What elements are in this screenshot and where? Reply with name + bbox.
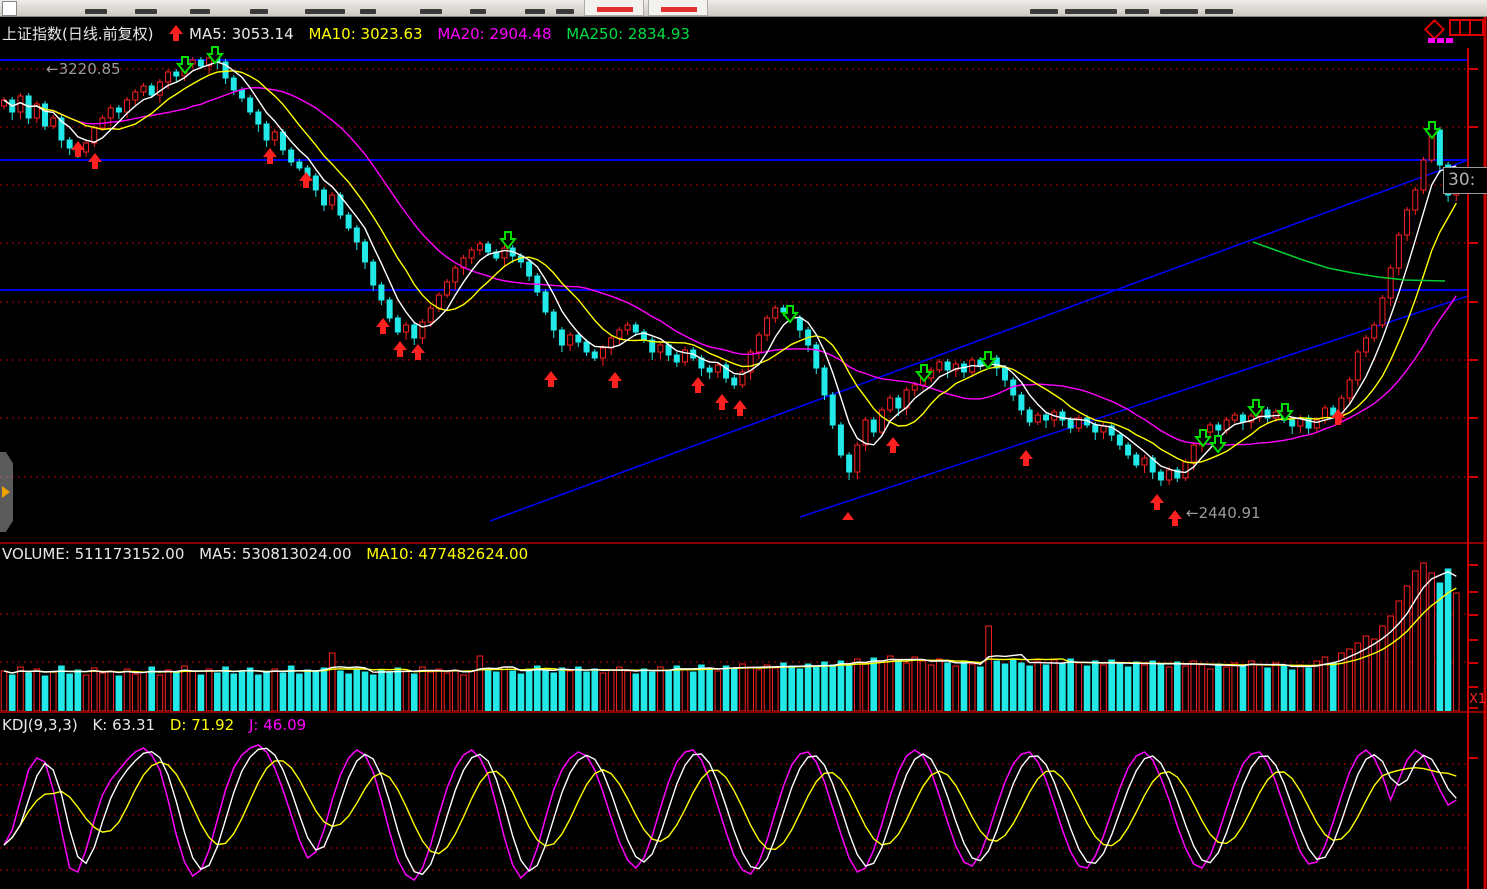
sell-arrow-icon — [917, 365, 931, 381]
volume-ma10-value: MA10: 477482624.00 — [366, 545, 528, 563]
volume-series — [1, 563, 1459, 711]
buy-arrow-icon — [263, 148, 277, 164]
blue-reference-lines — [0, 60, 1468, 521]
buy-arrow-icon — [544, 371, 558, 387]
kdj-j-value: J: 46.09 — [249, 716, 306, 734]
kdj-lines — [4, 745, 1456, 880]
ma20-value: MA20: 2904.48 — [437, 25, 551, 43]
buy-arrow-icon — [1150, 494, 1164, 510]
trend-up-icon — [168, 24, 184, 42]
symbol-title: 上证指数(日线.前复权) — [2, 25, 153, 43]
buy-arrow-icon — [299, 172, 313, 188]
chart-canvas[interactable] — [0, 0, 1487, 889]
buy-arrow-icon — [71, 141, 85, 157]
price-ma-lines — [4, 62, 1456, 472]
buy-arrow-icon — [691, 377, 705, 393]
pane-dot-icon[interactable] — [1437, 38, 1444, 43]
volume-unit-label: X1 — [1469, 692, 1486, 707]
candlestick-series — [2, 55, 1459, 486]
kdj-d-value: D: 71.92 — [170, 716, 234, 734]
buy-arrow-icon — [1019, 450, 1033, 466]
low-price-label: ←2440.91 — [1186, 504, 1261, 522]
sell-arrow-icon — [1278, 404, 1292, 420]
sidebar-expand-handle[interactable] — [0, 452, 13, 532]
kdj-k-value: K: 63.31 — [92, 716, 155, 734]
volume-ma5-value: MA5: 530813024.00 — [199, 545, 351, 563]
kdj-header: KDJ(9,3,3) K: 63.31 D: 71.92 J: 46.09 — [2, 716, 316, 734]
buy-arrow-icon — [1168, 510, 1182, 526]
buy-arrow-icon — [715, 394, 729, 410]
main-chart-header: 上证指数(日线.前复权) MA5: 3053.14 MA10: 3023.63 … — [2, 23, 700, 44]
trading-app-window: 上证指数(日线.前复权) MA5: 3053.14 MA10: 3023.63 … — [0, 0, 1487, 889]
buy-arrow-icon — [608, 372, 622, 388]
buy-arrow-icon — [393, 341, 407, 357]
buy-arrow-icon — [376, 318, 390, 334]
buy-arrow-icon — [886, 437, 900, 453]
gridlines — [0, 69, 1468, 870]
sell-arrow-icon — [1211, 436, 1225, 452]
buy-arrow-icon — [88, 153, 102, 169]
volume-ma-lines — [4, 572, 1456, 673]
ma5-value: MA5: 3053.14 — [189, 25, 294, 43]
kdj-title: KDJ(9,3,3) — [2, 716, 78, 734]
volume-value: VOLUME: 511173152.00 — [2, 545, 184, 563]
expand-arrow-icon — [2, 486, 10, 498]
signal-markers — [71, 47, 1439, 526]
ma10-value: MA10: 3023.63 — [308, 25, 422, 43]
volume-header: VOLUME: 511173152.00 MA5: 530813024.00 M… — [2, 545, 538, 563]
ma250-value: MA250: 2834.93 — [566, 25, 690, 43]
pane-dot-icon[interactable] — [1428, 38, 1435, 43]
pane-dot-icon[interactable] — [1446, 38, 1453, 43]
alert-triangle-icon — [842, 512, 854, 520]
high-price-label: ←3220.85 — [46, 60, 121, 78]
buy-arrow-icon — [411, 344, 425, 360]
buy-arrow-icon — [733, 400, 747, 416]
last-price-axis-label: 30: — [1443, 167, 1487, 194]
split-window-icon[interactable] — [1449, 19, 1484, 36]
